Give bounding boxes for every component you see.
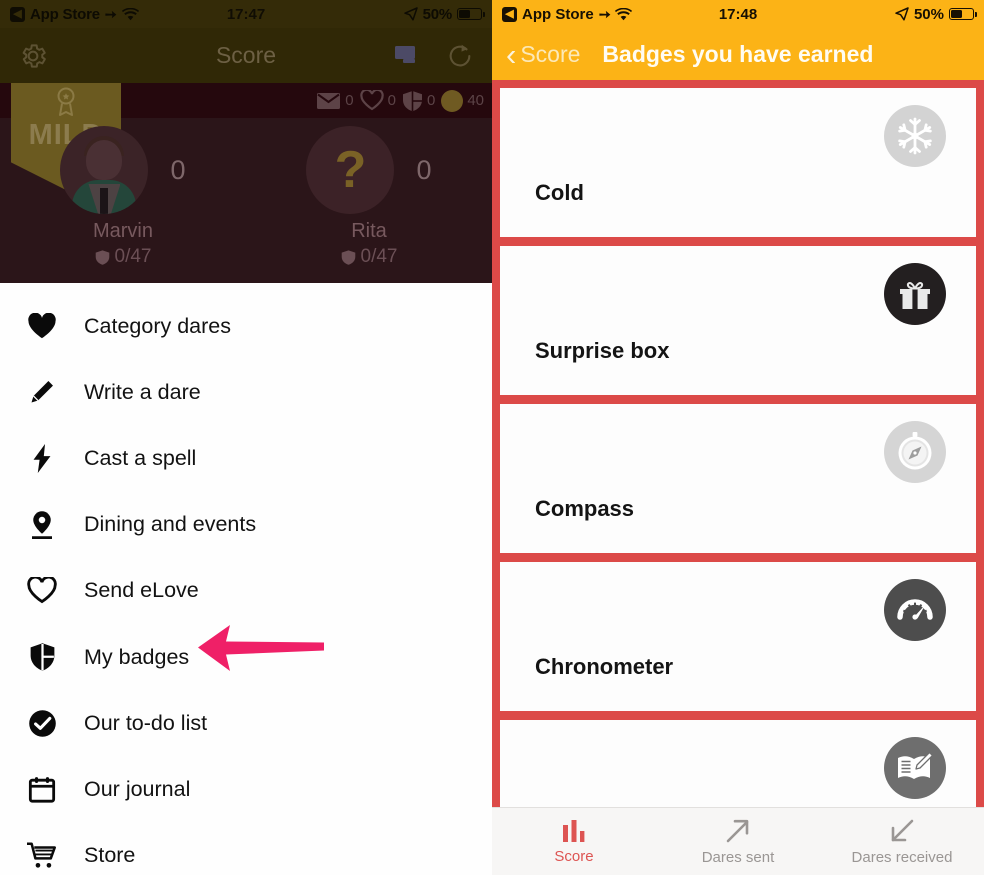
badge-card[interactable]: Cold	[500, 88, 976, 237]
players-row: 0 Marvin 0/47 ? 0 Rita 0/47	[0, 118, 492, 283]
speedometer-icon	[884, 579, 946, 641]
menu-item-label: Cast a spell	[84, 445, 197, 470]
arrow-up-right-icon	[724, 818, 752, 844]
chevron-left-icon[interactable]: ‹	[506, 39, 516, 70]
player-badge-value: 0/47	[360, 246, 398, 267]
badge-card[interactable]: Surprise box	[500, 246, 976, 395]
stat-coins: 40	[441, 89, 484, 112]
stat-messages: 0	[316, 92, 354, 110]
check-circle-icon	[22, 709, 62, 738]
shield-icon	[22, 642, 62, 672]
award-ribbon-icon	[53, 87, 79, 117]
location-arrow-icon	[895, 7, 909, 21]
menu-item-my-badges[interactable]: My badges	[0, 624, 492, 690]
battery-icon	[457, 8, 485, 20]
side-menu: Category dares Write a dare Cast a spell…	[0, 283, 492, 875]
menu-item-label: Write a dare	[84, 379, 201, 404]
pencil-icon	[22, 378, 62, 406]
left-status-bar: ◀ App Store ➚ 17:47 50%	[0, 0, 492, 28]
tab-dares-received[interactable]: Dares received	[820, 818, 984, 866]
battery-icon	[949, 8, 977, 20]
badge-name: Surprise box	[535, 338, 670, 363]
player-name: Rita	[351, 220, 387, 242]
map-pin-icon	[22, 510, 62, 540]
calendar-icon	[22, 775, 62, 804]
tab-label: Dares received	[851, 848, 953, 866]
right-screen-panel: ◀ App Store ➚ 17:48 50% ‹ Score Badges y…	[492, 0, 984, 875]
badge-card[interactable]: Compass	[500, 404, 976, 553]
snowflake-icon	[884, 105, 946, 167]
shopping-cart-icon	[22, 842, 62, 869]
back-button-label[interactable]: Score	[520, 41, 580, 68]
menu-item-our-to-do-list[interactable]: Our to-do list	[0, 690, 492, 756]
player-badge-count: 0/47	[95, 246, 152, 268]
coin-icon	[441, 89, 464, 112]
avatar	[60, 126, 149, 214]
chat-bubble-icon[interactable]	[394, 44, 422, 68]
menu-item-label: Our to-do list	[84, 710, 208, 735]
left-nav-actions	[394, 42, 474, 70]
right-nav-bar: ‹ Score Badges you have earned	[492, 28, 984, 80]
left-nav-bar: Score	[0, 28, 492, 83]
stat-loves-value: 0	[387, 92, 396, 109]
stat-badges: 0	[402, 90, 435, 112]
tab-label: Dares sent	[701, 848, 775, 866]
player-score: 0	[416, 154, 432, 185]
battery-percent-label: 50%	[422, 5, 453, 23]
badge-name: Chronometer	[535, 654, 674, 679]
gear-icon[interactable]	[18, 41, 48, 71]
player-badge-count: 0/47	[341, 246, 398, 268]
tab-label: Score	[554, 847, 594, 865]
tab-score[interactable]: Score	[492, 819, 656, 865]
bottom-tab-bar: Score Dares sent Dares received	[492, 807, 984, 875]
menu-item-label: Store	[84, 843, 136, 868]
menu-item-cast-a-spell[interactable]: Cast a spell	[0, 425, 492, 491]
arrow-down-left-icon	[888, 818, 916, 844]
menu-item-dining-and-events[interactable]: Dining and events	[0, 492, 492, 558]
status-bar-right: 50%	[895, 5, 977, 23]
status-bar-right: 50%	[403, 5, 485, 23]
menu-item-send-elove[interactable]: Send eLove	[0, 558, 492, 624]
stat-messages-value: 0	[345, 92, 354, 109]
page-title: Badges you have earned	[602, 40, 874, 67]
badge-list[interactable]: Cold Surprise box Compass Chronometer	[492, 80, 984, 869]
heart-filled-icon	[22, 312, 62, 340]
left-hero-dimmed: 0 0 0 40 MILD 0 Marvin 0/47 ? 0 Rita 0/4…	[0, 83, 492, 283]
menu-item-label: Send eLove	[84, 578, 199, 603]
lightning-bolt-icon	[22, 443, 62, 473]
stat-loves: 0	[359, 90, 396, 111]
menu-item-label: Our journal	[84, 776, 191, 801]
battery-percent-label: 50%	[913, 5, 944, 23]
stat-badges-value: 0	[426, 92, 436, 109]
right-status-bar: ◀ App Store ➚ 17:48 50%	[492, 0, 984, 28]
dual-screenshot: ◀ App Store ➚ 17:47 50% Score 0 0 0 40 M…	[0, 0, 984, 875]
menu-item-store[interactable]: Store	[0, 823, 492, 875]
compass-icon	[884, 421, 946, 483]
gift-box-icon	[884, 263, 946, 325]
avatar: ?	[306, 126, 395, 214]
menu-item-label: My badges	[84, 644, 190, 669]
player-score: 0	[170, 154, 186, 185]
menu-item-write-a-dare[interactable]: Write a dare	[0, 359, 492, 425]
menu-item-label: Dining and events	[84, 512, 257, 537]
tab-dares-sent[interactable]: Dares sent	[656, 818, 820, 866]
bar-chart-icon	[561, 819, 587, 843]
stat-coins-value: 40	[467, 92, 484, 109]
menu-item-our-journal[interactable]: Our journal	[0, 756, 492, 822]
menu-item-label: Category dares	[84, 313, 231, 338]
player-card[interactable]: ? 0 Rita 0/47	[246, 118, 492, 283]
left-screen-panel: ◀ App Store ➚ 17:47 50% Score 0 0 0 40 M…	[0, 0, 492, 875]
refresh-icon[interactable]	[446, 42, 474, 70]
player-badge-value: 0/47	[114, 246, 152, 267]
notebook-pencil-icon	[884, 737, 946, 799]
badge-name: Cold	[535, 180, 584, 205]
heart-outline-icon	[22, 577, 62, 604]
player-name: Marvin	[92, 220, 153, 242]
location-arrow-icon	[403, 7, 418, 21]
menu-item-category-dares[interactable]: Category dares	[0, 293, 492, 359]
player-card[interactable]: 0 Marvin 0/47	[0, 118, 246, 283]
badge-name: Compass	[535, 496, 635, 521]
badge-card[interactable]: Chronometer	[500, 562, 976, 711]
